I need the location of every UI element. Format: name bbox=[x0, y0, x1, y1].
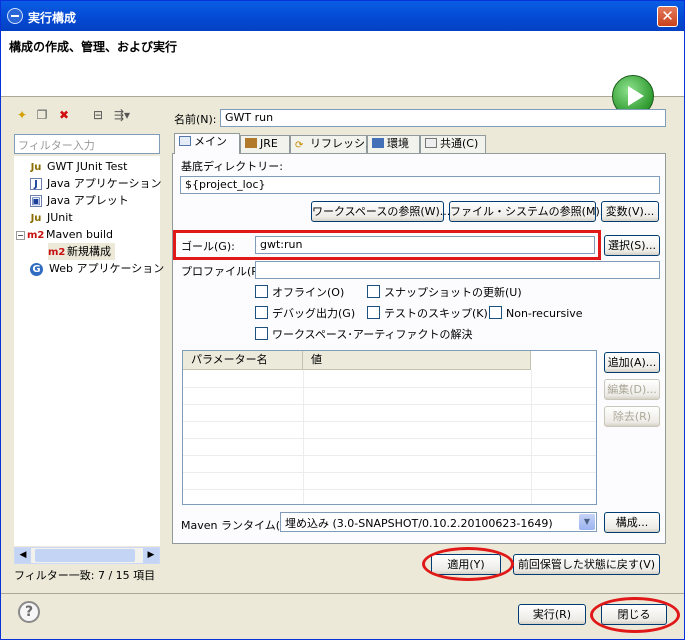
basedir-input[interactable]: ${project_loc} bbox=[180, 176, 660, 194]
configure-runtime-button[interactable]: 構成... bbox=[604, 512, 660, 533]
edit-parameter-button[interactable]: 編集(D)... bbox=[604, 379, 660, 400]
header-banner: 構成の作成、管理、および実行 bbox=[1, 31, 684, 117]
name-input[interactable]: GWT run bbox=[220, 109, 666, 127]
filesystem-browse-button[interactable]: ファイル・システムの参照(M)... bbox=[449, 201, 610, 222]
java-applet-icon: ▣ bbox=[30, 195, 42, 207]
collapse-toggle-icon[interactable]: − bbox=[16, 231, 25, 240]
jre-icon bbox=[245, 138, 257, 148]
tab-main[interactable]: メイン bbox=[174, 133, 240, 154]
update-snapshots-checkbox[interactable]: スナップショットの更新(U) bbox=[367, 285, 522, 300]
add-parameter-button[interactable]: 追加(A)... bbox=[604, 352, 660, 373]
variables-button[interactable]: 変数(V)... bbox=[601, 201, 659, 222]
new-config-icon[interactable]: ✦ bbox=[12, 104, 32, 126]
tab-refresh[interactable]: ⟳ リフレッシュ bbox=[290, 135, 376, 153]
java-app-icon: J bbox=[30, 178, 42, 190]
scroll-thumb[interactable] bbox=[35, 549, 135, 562]
tab-common[interactable]: 共通(C) bbox=[420, 135, 486, 153]
scroll-left-icon[interactable]: ◀ bbox=[15, 548, 31, 563]
tab-jre[interactable]: JRE bbox=[240, 135, 290, 153]
scroll-right-icon[interactable]: ▶ bbox=[143, 548, 159, 563]
config-tabs: メイン JRE ⟳ リフレッシュ 環境 共通(C) bbox=[172, 133, 668, 154]
param-name-header[interactable]: パラメーター名 bbox=[183, 351, 303, 370]
maven-runtime-select[interactable]: 埋め込み (3.0-SNAPSHOT/0.10.2.20100623-1649)… bbox=[280, 512, 597, 532]
main-tab-icon bbox=[179, 136, 191, 146]
run-button[interactable]: 実行(R) bbox=[518, 604, 586, 625]
help-icon[interactable]: ? bbox=[18, 601, 40, 623]
banner-title: 構成の作成、管理、および実行 bbox=[9, 40, 178, 54]
resolve-workspace-checkbox[interactable]: ワークスペース･アーティファクトの解決 bbox=[255, 327, 473, 342]
filter-status: フィルター一致: 7 / 15 項目 bbox=[14, 569, 156, 582]
runtime-label: Maven ランタイム(I): bbox=[181, 519, 292, 532]
debug-output-checkbox[interactable]: デバッグ出力(G) bbox=[255, 306, 355, 321]
apply-button[interactable]: 適用(Y) bbox=[431, 554, 501, 575]
collapse-all-icon[interactable]: ⊟ bbox=[88, 104, 108, 126]
basedir-label: 基底ディレクトリー: bbox=[181, 160, 283, 173]
config-tree: Ju GWT JUnit Test J Java アプリケーション ▣ Java アプ… bbox=[14, 156, 164, 546]
select-goal-button[interactable]: 選択(S)... bbox=[604, 235, 660, 256]
title-bar: 実行構成 ✕ bbox=[1, 1, 684, 31]
offline-checkbox[interactable]: オフライン(O) bbox=[255, 285, 344, 300]
tree-item-java-applet[interactable]: ▣ Java アプレット bbox=[28, 192, 129, 209]
close-button[interactable]: 閉じる bbox=[601, 604, 667, 625]
junit-icon: Ju bbox=[30, 213, 42, 224]
maven-icon: m2 bbox=[27, 230, 45, 241]
goal-label: ゴール(G): bbox=[181, 240, 235, 253]
run-configurations-dialog: 実行構成 ✕ 構成の作成、管理、および実行 ✦ ❐ ✖ ⊟ ⇶▾ フィルター入力… bbox=[0, 0, 685, 640]
param-value-header[interactable]: 値 bbox=[303, 351, 531, 370]
tree-item-java-app[interactable]: J Java アプリケーション bbox=[28, 175, 162, 192]
remove-parameter-button[interactable]: 除去(R) bbox=[604, 406, 660, 427]
profile-label: プロファイル(P): bbox=[181, 265, 266, 278]
main-tab-panel: 基底ディレクトリー: ${project_loc} ワークスペースの参照(W).… bbox=[172, 153, 666, 544]
gwt-icon: G bbox=[30, 263, 43, 276]
window-title: 実行構成 bbox=[28, 11, 77, 25]
name-label: 名前(N): bbox=[174, 113, 217, 126]
refresh-icon: ⟳ bbox=[295, 140, 304, 151]
goal-input[interactable]: gwt:run bbox=[255, 236, 595, 254]
close-window-button[interactable]: ✕ bbox=[657, 6, 678, 27]
workspace-browse-button[interactable]: ワークスペースの参照(W)... bbox=[311, 201, 450, 222]
tree-item-gwt-junit[interactable]: Ju GWT JUnit Test bbox=[28, 158, 128, 175]
filter-input[interactable]: フィルター入力 bbox=[14, 134, 160, 154]
tree-horizontal-scrollbar[interactable]: ◀ ▶ bbox=[14, 547, 160, 564]
parameters-table[interactable]: パラメーター名 値 bbox=[182, 350, 597, 505]
tree-item-junit[interactable]: Ju JUnit bbox=[28, 209, 73, 226]
config-list-pane: ✦ ❐ ✖ ⊟ ⇶▾ フィルター入力 Ju GWT JUnit Test J Jav… bbox=[10, 104, 164, 584]
tree-item-web-app[interactable]: G Web アプリケーション bbox=[28, 260, 164, 277]
duplicate-icon[interactable]: ❐ bbox=[32, 104, 52, 126]
non-recursive-checkbox[interactable]: Non-recursive bbox=[489, 306, 583, 321]
filter-icon[interactable]: ⇶▾ bbox=[112, 104, 132, 126]
tree-item-new-config[interactable]: m2 新規構成 bbox=[48, 243, 115, 260]
tree-item-maven-build[interactable]: − m2 Maven build bbox=[16, 226, 113, 243]
junit-icon: Ju bbox=[30, 162, 42, 173]
skip-tests-checkbox[interactable]: テストのスキップ(K) bbox=[367, 306, 488, 321]
delete-icon[interactable]: ✖ bbox=[54, 104, 74, 126]
common-icon bbox=[425, 138, 437, 148]
chevron-down-icon[interactable]: ▼ bbox=[579, 514, 595, 530]
profile-input[interactable] bbox=[255, 261, 660, 279]
environment-icon bbox=[372, 138, 384, 148]
maven-icon: m2 bbox=[48, 247, 66, 258]
tab-environment[interactable]: 環境 bbox=[367, 135, 420, 153]
revert-button[interactable]: 前回保管した状態に戻す(V) bbox=[513, 554, 660, 575]
eclipse-icon bbox=[7, 8, 23, 24]
